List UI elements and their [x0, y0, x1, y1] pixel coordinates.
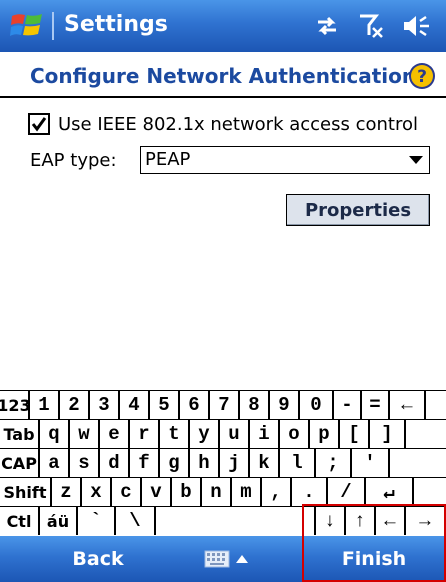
key[interactable]: 6 [180, 391, 210, 419]
key[interactable]: s [70, 449, 100, 477]
key[interactable]: Ctl [0, 507, 40, 535]
key[interactable]: ← [390, 391, 426, 419]
key[interactable]: CAP [0, 449, 40, 477]
app-title: Settings [64, 12, 168, 37]
help-icon[interactable]: ? [408, 62, 436, 90]
dropdown-arrow-icon [409, 156, 423, 164]
key[interactable]: g [160, 449, 190, 477]
key[interactable]: , [262, 478, 292, 506]
key[interactable]: e [100, 420, 130, 448]
key[interactable]: ↓ [316, 507, 346, 535]
key[interactable]: . [292, 478, 328, 506]
svg-text:?: ? [417, 67, 427, 87]
key[interactable]: p [310, 420, 340, 448]
key[interactable]: 1 [30, 391, 60, 419]
key[interactable]: l [280, 449, 316, 477]
back-softkey[interactable]: Back [0, 536, 196, 582]
keyboard-row: Ctl áü ` \ ↓ ↑ ← → [0, 506, 446, 535]
key[interactable]: u [220, 420, 250, 448]
keyboard-row: Shift z x c v b n m,. / ↵ [0, 477, 446, 506]
ieee-8021x-checkbox[interactable] [28, 113, 50, 135]
ieee-8021x-label: Use IEEE 802.1x network access control [58, 113, 418, 135]
key[interactable]: ; [316, 449, 352, 477]
key[interactable]: 123 [0, 391, 30, 419]
key[interactable]: 3 [90, 391, 120, 419]
keyboard-row: Tab q w e r t y u i o p[] [0, 419, 446, 448]
page-header: Configure Network Authentication ? [0, 58, 446, 96]
key[interactable]: ↵ [366, 478, 414, 506]
key[interactable]: ↑ [346, 507, 376, 535]
key[interactable]: = [362, 391, 390, 419]
key[interactable]: 0 [300, 391, 334, 419]
connectivity-icon[interactable] [314, 14, 340, 38]
key[interactable]: n [202, 478, 232, 506]
keyboard-icon [204, 550, 230, 568]
key[interactable]: y [190, 420, 220, 448]
status-icons [314, 12, 432, 40]
key[interactable]: áü [40, 507, 78, 535]
key[interactable]: 4 [120, 391, 150, 419]
keyboard-row: CAP a s d f g h j k l; ' [0, 448, 446, 477]
key[interactable]: z [52, 478, 82, 506]
key[interactable]: [ [340, 420, 370, 448]
key[interactable]: - [334, 391, 362, 419]
key[interactable]: ` [78, 507, 116, 535]
key[interactable]: 8 [240, 391, 270, 419]
ieee-8021x-row[interactable]: Use IEEE 802.1x network access control [28, 112, 418, 136]
windows-flag-icon[interactable] [10, 10, 44, 42]
eap-type-value: PEAP [145, 149, 191, 170]
key[interactable]: h [190, 449, 220, 477]
softkey-bar: Back Finish [0, 536, 446, 582]
key[interactable]: 7 [210, 391, 240, 419]
caret-up-icon [236, 555, 248, 563]
key[interactable]: 9 [270, 391, 300, 419]
key[interactable]: j [220, 449, 250, 477]
title-separator [52, 12, 54, 40]
key[interactable]: Shift [0, 478, 52, 506]
key[interactable]: ← [376, 507, 406, 535]
title-bar: Settings [0, 0, 446, 52]
key[interactable]: ' [352, 449, 390, 477]
key-space[interactable] [156, 507, 316, 535]
soft-keyboard: 1231234567890-=←Tabqwertyuiop[]CAPasdfgh… [0, 390, 446, 536]
key[interactable]: t [160, 420, 190, 448]
page-title: Configure Network Authentication [30, 64, 417, 88]
checkmark-icon [31, 117, 47, 132]
key[interactable]: k [250, 449, 280, 477]
header-divider [0, 96, 446, 98]
keyboard-row: 1231234567890-=← [0, 390, 446, 419]
key[interactable]: c [112, 478, 142, 506]
key[interactable]: d [100, 449, 130, 477]
key[interactable]: 2 [60, 391, 90, 419]
key[interactable]: 5 [150, 391, 180, 419]
key[interactable]: Tab [0, 420, 40, 448]
eap-type-select[interactable]: PEAP [140, 146, 430, 174]
input-panel-toggle[interactable] [204, 548, 254, 570]
eap-type-label: EAP type: [30, 150, 117, 171]
key[interactable]: → [406, 507, 446, 535]
key[interactable]: w [70, 420, 100, 448]
key[interactable]: i [250, 420, 280, 448]
key[interactable]: x [82, 478, 112, 506]
key[interactable]: \ [116, 507, 156, 535]
signal-off-icon[interactable] [358, 13, 384, 39]
key[interactable]: v [142, 478, 172, 506]
key[interactable]: ] [370, 420, 406, 448]
key[interactable]: m [232, 478, 262, 506]
speaker-icon[interactable] [402, 13, 432, 39]
key[interactable]: r [130, 420, 160, 448]
properties-button[interactable]: Properties [286, 194, 430, 226]
key[interactable]: q [40, 420, 70, 448]
key[interactable]: a [40, 449, 70, 477]
finish-softkey[interactable]: Finish [302, 536, 446, 582]
key[interactable]: / [328, 478, 366, 506]
key[interactable]: f [130, 449, 160, 477]
key[interactable]: o [280, 420, 310, 448]
key[interactable]: b [172, 478, 202, 506]
